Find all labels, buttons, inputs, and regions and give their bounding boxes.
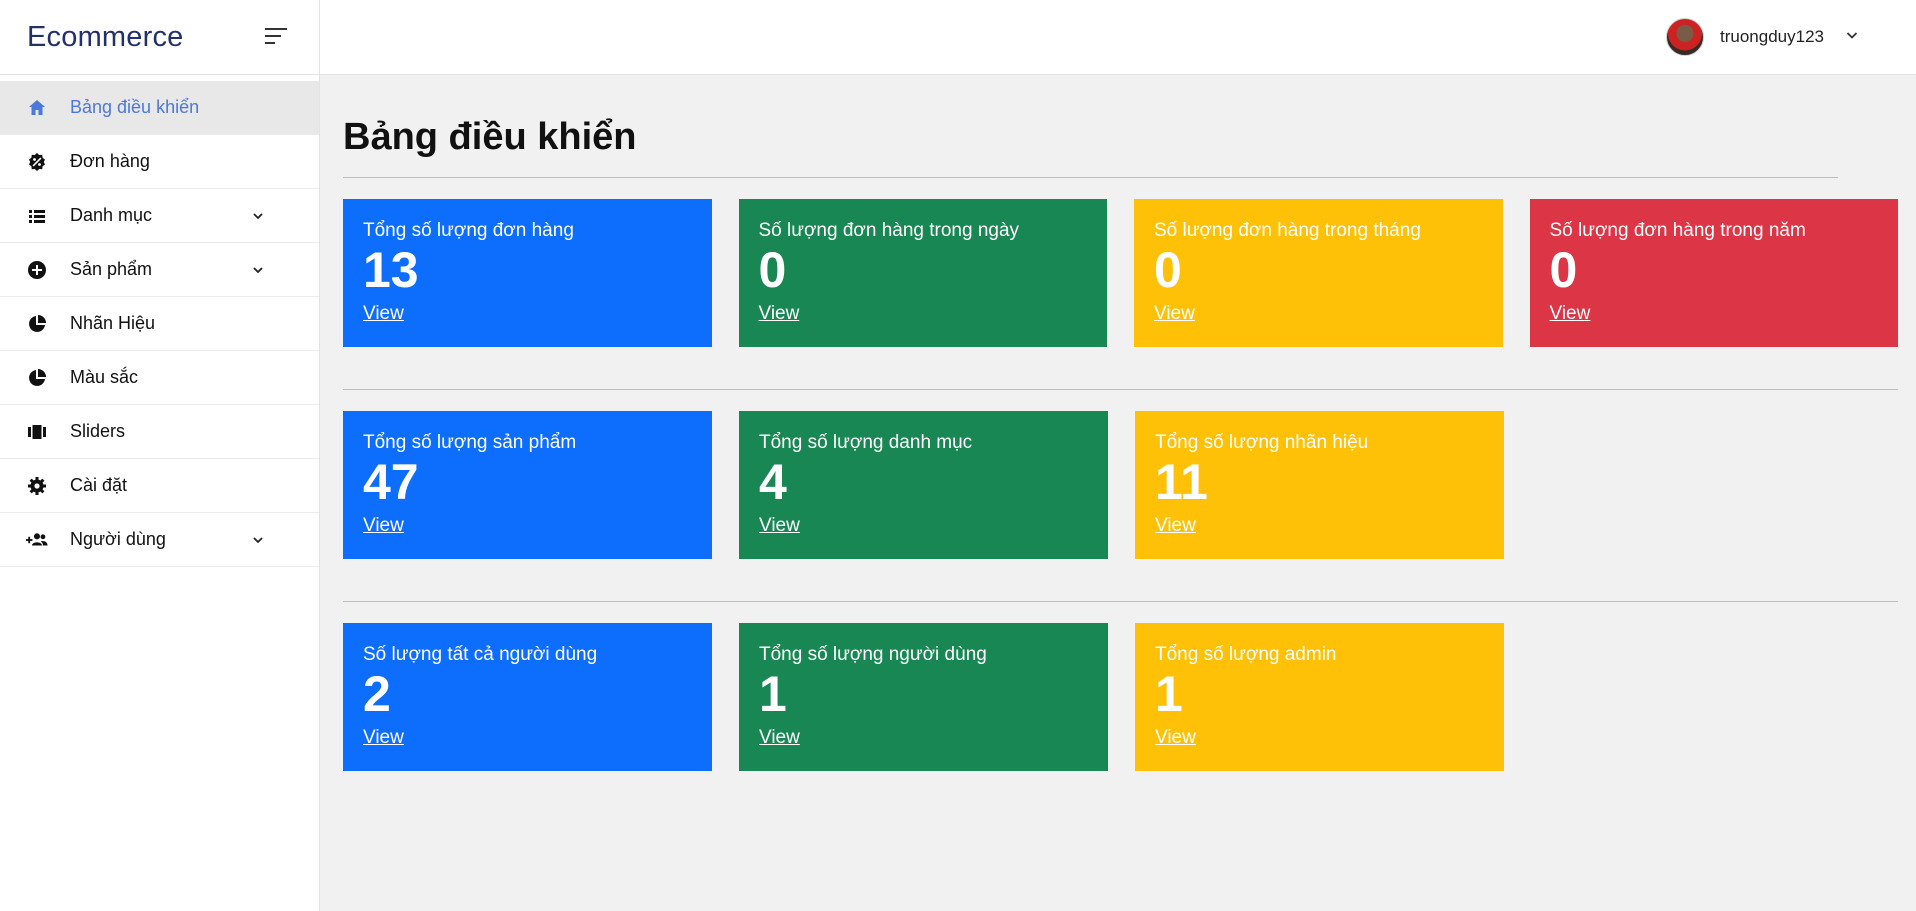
card-row-orders: Tổng số lượng đơn hàng 13 View Số lượng … [343,199,1898,347]
view-link[interactable]: View [363,727,404,749]
sidebar-item-label: Sliders [70,421,126,441]
page-title: Bảng điều khiển [343,116,637,158]
card-value: 0 [1154,242,1182,298]
card-value: 1 [1155,666,1183,722]
card-label: Tổng số lượng danh mục [759,432,973,453]
sidebar-item-colors[interactable]: Màu sắc [0,351,319,405]
chevron-down-icon[interactable] [1844,27,1860,48]
card-value: 1 [759,666,787,722]
card-value: 47 [363,454,419,510]
view-link[interactable]: View [759,303,800,325]
stat-card-orders-year: Số lượng đơn hàng trong năm 0 View [1529,199,1898,347]
sidebar-item-label: Nhãn Hiệu [70,313,156,333]
sidebar: Ecommerce Bảng điều khiển Đơn hàng Danh … [0,0,320,911]
view-link[interactable]: View [363,303,404,325]
avatar[interactable] [1666,18,1705,56]
sidebar-item-label: Bảng điều khiển [70,97,200,117]
slides-icon [26,421,48,443]
stat-card-total-users: Tổng số lượng người dùng 1 View [739,623,1108,771]
sidebar-item-label: Đơn hàng [70,151,150,171]
stat-card-total-admins: Tổng số lượng admin 1 View [1135,623,1504,771]
view-link[interactable]: View [1155,515,1196,537]
view-link[interactable]: View [1550,303,1591,325]
card-value: 4 [759,454,787,510]
stat-card-orders-month: Số lượng đơn hàng trong tháng 0 View [1134,199,1503,347]
sidebar-item-users[interactable]: Người dùng [0,513,319,567]
home-icon [26,97,48,119]
card-value: 13 [363,242,419,298]
card-label: Số lượng đơn hàng trong ngày [758,220,1020,241]
sidebar-item-products[interactable]: Sản phẩm [0,243,319,297]
chevron-down-icon[interactable] [250,208,266,224]
stat-card-all-users: Số lượng tất cả người dùng 2 View [343,623,712,771]
sidebar-item-label: Người dùng [70,529,166,549]
pie-chart-icon [26,313,48,335]
user-plus-icon [26,529,48,551]
sidebar-item-brands[interactable]: Nhãn Hiệu [0,297,319,351]
card-label: Tổng số lượng đơn hàng [363,220,574,241]
card-label: Số lượng tất cả người dùng [363,644,598,665]
user-menu[interactable]: truongduy123 [1666,17,1860,57]
username[interactable]: truongduy123 [1720,27,1824,47]
brand-title[interactable]: Ecommerce [27,21,184,54]
badge-percent-icon [26,151,48,173]
sort-menu-icon[interactable] [265,26,289,46]
sidebar-item-categories[interactable]: Danh mục [0,189,319,243]
view-link[interactable]: View [363,515,404,537]
card-value: 2 [363,666,391,722]
sidebar-item-orders[interactable]: Đơn hàng [0,135,319,189]
pie-chart-icon [26,367,48,389]
stat-card-total-orders: Tổng số lượng đơn hàng 13 View [343,199,712,347]
card-value: 11 [1155,454,1208,510]
gear-icon [26,475,48,497]
sidebar-item-label: Màu sắc [70,367,139,387]
sidebar-nav: Bảng điều khiển Đơn hàng Danh mục Sản ph… [0,81,319,567]
sidebar-item-settings[interactable]: Cài đặt [0,459,319,513]
card-value: 0 [1549,242,1578,298]
view-link[interactable]: View [1154,303,1195,325]
stat-card-total-brands: Tổng số lượng nhãn hiệu 11 View [1135,411,1504,559]
brand-header: Ecommerce [0,0,319,75]
stat-card-total-categories: Tổng số lượng danh mục 4 View [739,411,1108,559]
chevron-down-icon[interactable] [250,532,266,548]
card-label: Số lượng đơn hàng trong tháng [1154,220,1421,241]
card-label: Số lượng đơn hàng trong năm [1549,220,1806,241]
stat-card-total-products: Tổng số lượng sản phẩm 47 View [343,411,712,559]
top-bar: truongduy123 [320,0,1916,75]
card-row-catalog: Tổng số lượng sản phẩm 47 View Tổng số l… [343,411,1898,559]
card-value: 0 [758,242,787,298]
sidebar-item-label: Danh mục [70,205,153,225]
view-link[interactable]: View [759,727,800,749]
sidebar-item-label: Cài đặt [70,475,128,495]
list-icon [26,205,48,227]
chevron-down-icon[interactable] [250,262,266,278]
card-row-users: Số lượng tất cả người dùng 2 View Tổng s… [343,623,1898,771]
plus-circle-icon [26,259,48,281]
view-link[interactable]: View [759,515,800,537]
card-label: Tổng số lượng sản phẩm [363,432,577,453]
card-label: Tổng số lượng nhãn hiệu [1155,432,1369,453]
stat-card-orders-today: Số lượng đơn hàng trong ngày 0 View [738,199,1107,347]
main-content: Bảng điều khiển Tổng số lượng đơn hàng 1… [343,75,1898,771]
sidebar-item-dashboard[interactable]: Bảng điều khiển [0,81,319,135]
card-label: Tổng số lượng admin [1155,644,1337,665]
sidebar-item-sliders[interactable]: Sliders [0,405,319,459]
view-link[interactable]: View [1155,727,1196,749]
card-label: Tổng số lượng người dùng [759,644,987,665]
sidebar-item-label: Sản phẩm [70,259,153,279]
